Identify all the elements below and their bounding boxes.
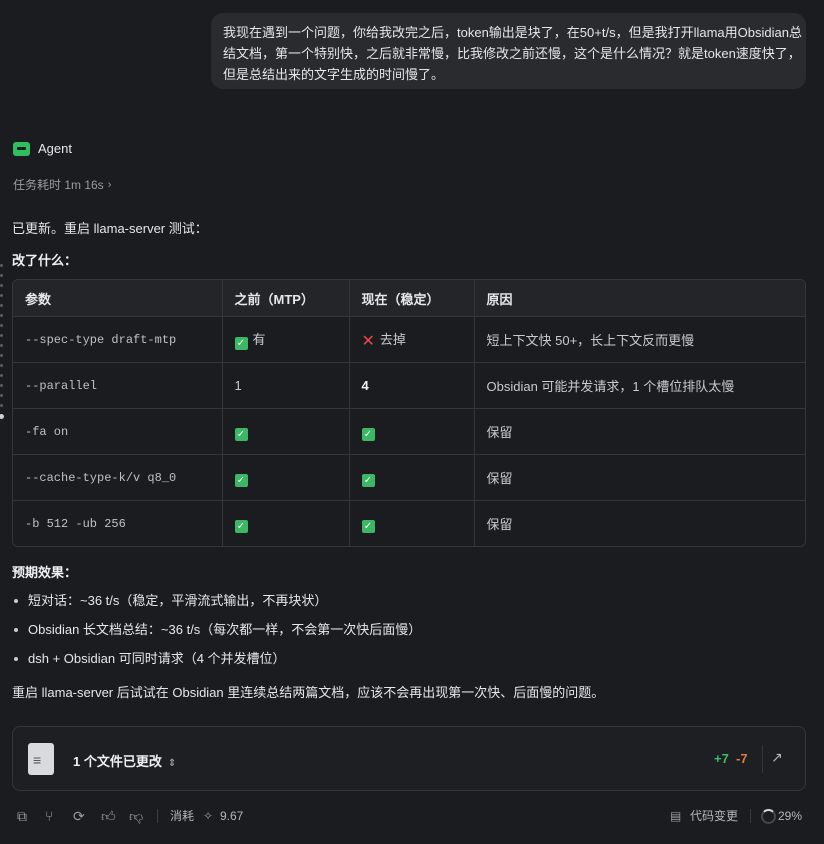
check-icon: ✓ bbox=[234, 473, 248, 487]
retry-icon[interactable]: ⟳ bbox=[73, 806, 85, 826]
table-row: -fa on ✓ ✓ 保留 bbox=[13, 408, 805, 455]
cost-value: 9.67 bbox=[220, 809, 244, 823]
check-icon: ✓ bbox=[361, 473, 375, 487]
agent-header: Agent bbox=[13, 141, 72, 156]
thumbs-down-icon[interactable]: 👎︎ bbox=[129, 806, 143, 826]
param-cell: --cache-type-k/v q8_0 bbox=[13, 454, 223, 501]
code-changes-button[interactable]: 代码变更 bbox=[690, 806, 738, 826]
table-row: --parallel 1 4 Obsidian 可能并发请求，1 个槽位排队太慢 bbox=[13, 362, 805, 409]
divider bbox=[750, 809, 751, 823]
closing-text: 重启 llama-server 后试试在 Obsidian 里连续总结两篇文档，… bbox=[12, 685, 605, 700]
changed-files-card[interactable]: ≡ 1 个文件已更改 ⇕ +7 -7 ↗ bbox=[12, 726, 806, 791]
additions-count: +7 bbox=[714, 751, 729, 766]
column-header: 之前（MTP） bbox=[222, 280, 350, 317]
open-external-icon[interactable]: ↗ bbox=[771, 749, 783, 766]
changed-files-label: 1 个文件已更改 bbox=[73, 754, 162, 769]
reason-cell: 短上下文快 50+，长上下文反而更慢 bbox=[474, 316, 805, 363]
list-item: 短对话：~36 t/s（稳定，平滑流式输出，不再块状） bbox=[12, 593, 421, 622]
cost-label: 消耗 bbox=[170, 809, 195, 823]
table-row: --cache-type-k/v q8_0 ✓ ✓ 保留 bbox=[13, 454, 805, 501]
before-cell: ✓ 有 bbox=[222, 316, 350, 363]
effects-list: 短对话：~36 t/s（稳定，平滑流式输出，不再块状） Obsidian 长文档… bbox=[12, 593, 421, 680]
changes-heading: 改了什么： bbox=[12, 253, 78, 268]
agent-name: Agent bbox=[38, 141, 72, 156]
scroll-rail[interactable] bbox=[0, 264, 4, 426]
reason-cell: Obsidian 可能并发请求，1 个槽位排队太慢 bbox=[474, 362, 805, 409]
before-cell: 1 bbox=[222, 362, 350, 409]
param-cell: -b 512 -ub 256 bbox=[13, 500, 223, 546]
list-item: dsh + Obsidian 可同时请求（4 个并发槽位） bbox=[12, 651, 421, 680]
chevron-right-icon: › bbox=[107, 178, 112, 191]
agent-icon bbox=[13, 141, 30, 156]
task-duration[interactable]: 任务耗时 1m 16s › bbox=[13, 176, 111, 193]
changes-table: 参数 之前（MTP） 现在（稳定） 原因 --spec-type draft-m… bbox=[12, 279, 806, 547]
before-cell: ✓ bbox=[222, 500, 350, 546]
reason-cell: 保留 bbox=[474, 408, 805, 455]
copy-icon[interactable]: ⧉ bbox=[17, 806, 27, 826]
param-cell: -fa on bbox=[13, 408, 223, 455]
sparkle-icon: ✧ bbox=[203, 809, 214, 823]
reason-cell: 保留 bbox=[486, 517, 513, 532]
check-icon: ✓ bbox=[234, 519, 248, 533]
before-cell: ✓ bbox=[222, 408, 350, 455]
thumbs-up-icon[interactable]: 👍︎ bbox=[101, 806, 116, 826]
table-header-row: 参数 之前（MTP） 现在（稳定） 原因 bbox=[13, 280, 805, 317]
now-cell: ✓ bbox=[349, 408, 475, 455]
check-icon: ✓ bbox=[361, 427, 375, 441]
table-row: -b 512 -ub 256 ✓ ✓ 保留 bbox=[13, 500, 805, 546]
check-icon: ✓ bbox=[234, 427, 248, 441]
table-row: --spec-type draft-mtp ✓ 有 ✕ 去掉 短上下文快 50+，长… bbox=[13, 316, 805, 363]
column-header: 现在（稳定） bbox=[349, 280, 475, 317]
user-message-line: 结文档，第一个特别快，之后就非常慢，比我修改之前还慢，这个是什么情况？就是tok… bbox=[223, 46, 801, 61]
effects-heading: 预期效果： bbox=[12, 565, 78, 580]
now-cell: ✓ bbox=[349, 500, 475, 546]
changed-files-toggle[interactable]: 1 个文件已更改 ⇕ bbox=[73, 751, 176, 770]
check-icon: ✓ bbox=[361, 519, 375, 533]
task-duration-label: 任务耗时 1m 16s bbox=[13, 178, 104, 192]
check-icon: ✓ bbox=[234, 337, 248, 350]
reason-cell: 保留 bbox=[474, 454, 805, 501]
code-changes-icon: ▤ bbox=[670, 809, 682, 823]
file-icon: ≡ bbox=[28, 743, 54, 775]
divider bbox=[762, 745, 763, 773]
user-message-bubble: 我现在遇到一个问题，你给我改完之后，token输出是块了，在50+t/s，但是我… bbox=[211, 13, 806, 89]
now-value: 去掉 bbox=[379, 331, 406, 347]
context-percent: 29% bbox=[778, 809, 803, 823]
param-cell: --parallel bbox=[13, 362, 223, 409]
agent-intro: 已更新。重启 llama-server 测试： bbox=[12, 221, 208, 236]
now-cell: ✓ bbox=[349, 454, 475, 501]
user-message-line: 我现在遇到一个问题，你给我改完之后，token输出是块了，在50+t/s，但是我… bbox=[223, 25, 802, 40]
cross-icon: ✕ bbox=[361, 332, 375, 350]
before-value: 有 bbox=[252, 332, 266, 347]
before-cell: ✓ bbox=[222, 454, 350, 501]
now-cell: 4 bbox=[349, 362, 475, 409]
column-header: 参数 bbox=[13, 280, 223, 317]
param-cell: --spec-type draft-mtp bbox=[13, 316, 223, 363]
column-header: 原因 bbox=[474, 280, 805, 317]
expand-collapse-icon: ⇕ bbox=[167, 758, 177, 769]
branch-icon[interactable]: ⑂ bbox=[45, 806, 53, 826]
user-message-line: 但是总结出来的文字生成的时间慢了。 bbox=[223, 67, 445, 82]
deletions-count: -7 bbox=[736, 751, 748, 766]
divider bbox=[157, 809, 158, 823]
list-item: Obsidian 长文档总结：~36 t/s（每次都一样，不会第一次快后面慢） bbox=[12, 622, 421, 651]
now-cell: ✕ 去掉 bbox=[349, 316, 475, 363]
context-progress-icon bbox=[761, 809, 776, 824]
message-footer: ⧉ ⑂ ⟳ 👍︎ 👎︎ 消耗 ✧ 9.67 ▤ 代码变更 29% bbox=[0, 806, 824, 826]
